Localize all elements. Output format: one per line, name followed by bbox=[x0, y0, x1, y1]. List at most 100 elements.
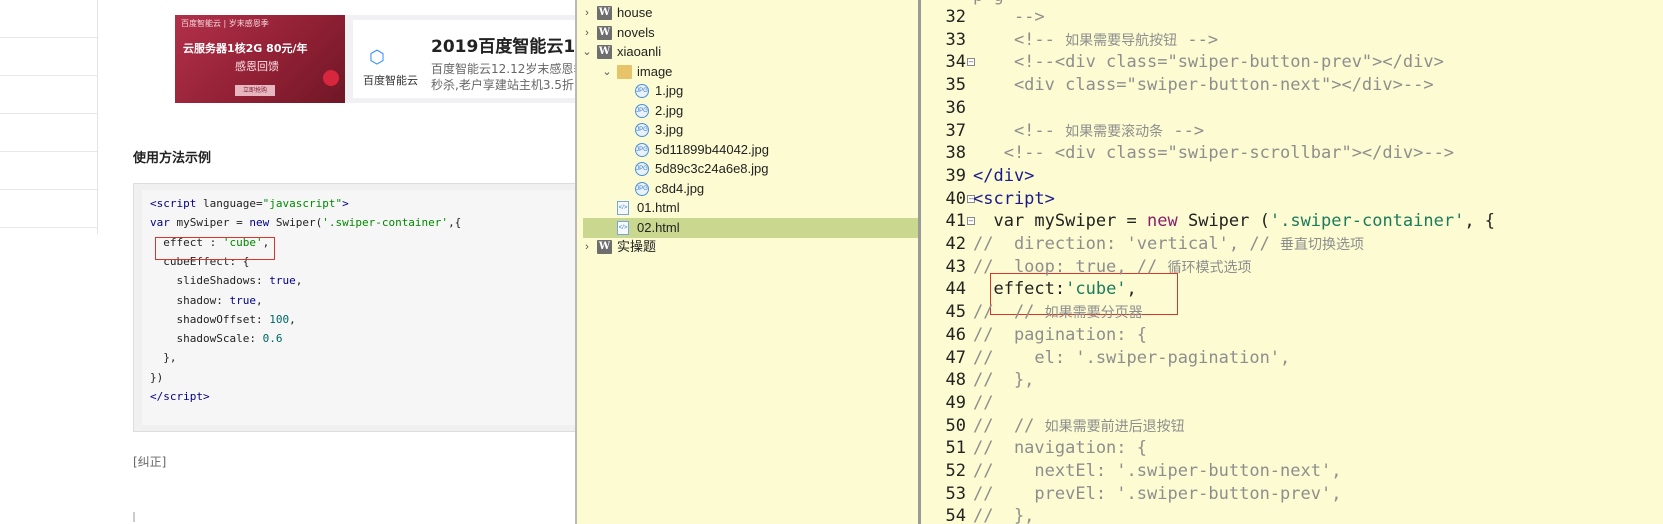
code-token: shadow: bbox=[150, 293, 230, 307]
tree-item-label: novels bbox=[617, 24, 655, 40]
sidebar-row[interactable] bbox=[0, 76, 97, 114]
code-token: <div class="swiper-button-next"></div>--… bbox=[973, 75, 1434, 96]
web-page-panel: 百度智能云 | 岁末感恩季 云服务器1核2G 80元/年 感恩回馈 立即抢购 ⬡… bbox=[0, 0, 575, 524]
code-example-line: </script> bbox=[150, 390, 210, 403]
code-token: < bbox=[150, 197, 157, 210]
chevron-right-icon[interactable]: › bbox=[581, 237, 593, 257]
code-token: 如果需要前进后退按钮 bbox=[1044, 418, 1185, 435]
code-line[interactable]: // loop: true, // 循环模式选项 bbox=[973, 257, 1251, 277]
tree-item-01-html[interactable]: </> 01.html bbox=[583, 198, 913, 218]
tree-item-1-jpg[interactable]: JPG 1.jpg bbox=[583, 81, 913, 101]
code-token: // pagination: { bbox=[973, 324, 1147, 345]
tree-item-label: 5d89c3c24a6e8.jpg bbox=[655, 161, 769, 176]
code-line[interactable]: // prevEl: '.swiper-button-prev', bbox=[973, 484, 1341, 504]
highlight-box bbox=[155, 237, 275, 260]
code-token: true bbox=[269, 274, 296, 288]
sidebar-row[interactable] bbox=[0, 114, 97, 152]
line-number: 36 bbox=[945, 97, 966, 118]
file-explorer: › Whouse › Wnovels ⌄ Wxiaoanli ⌄ image JPG 1.jpg J… bbox=[575, 0, 920, 524]
code-line[interactable]: // // 如果需要分页器 bbox=[973, 302, 1143, 322]
w-icon: W bbox=[597, 25, 612, 40]
code-example-line: }) bbox=[150, 371, 163, 384]
code-line[interactable]: --> bbox=[973, 7, 1045, 27]
sidebar-list bbox=[0, 0, 98, 234]
code-line[interactable]: // // 如果需要前进后退按钮 bbox=[973, 416, 1185, 436]
tree-item-3-jpg[interactable]: JPG 3.jpg bbox=[583, 120, 913, 140]
code-token: new bbox=[1147, 211, 1178, 232]
tree-item-image[interactable]: ⌄ image bbox=[583, 62, 913, 82]
code-example-line: var mySwiper = new Swiper('.swiper-conta… bbox=[150, 216, 461, 229]
code-line[interactable]: // }, bbox=[973, 506, 1034, 524]
line-number: 46 bbox=[945, 324, 966, 345]
code-line[interactable]: // el: '.swiper-pagination', bbox=[973, 348, 1290, 368]
code-token: 0.6 bbox=[262, 332, 283, 346]
tree-item-[interactable]: › W 实操题 bbox=[583, 237, 913, 257]
code-line[interactable]: // pagination: { bbox=[973, 325, 1147, 345]
tree-item-label: 实操题 bbox=[617, 239, 657, 254]
ad-card: ⬡ 百度智能云 2019百度智能云12 百度智能云12.12岁末感恩季 秒杀,老… bbox=[353, 20, 575, 98]
code-token: // // bbox=[973, 302, 1045, 323]
line-number: 51 bbox=[945, 438, 966, 459]
tree-item-5d89c3c24a6e8-jpg[interactable]: JPG 5d89c3c24a6e8.jpg bbox=[583, 159, 913, 179]
code-line[interactable]: // }, bbox=[973, 370, 1034, 390]
code-token: 垂直切换选项 bbox=[1280, 237, 1365, 253]
tree-item-novels[interactable]: › Wnovels bbox=[583, 23, 913, 43]
code-token: true bbox=[229, 293, 256, 307]
code-token: <script> bbox=[973, 188, 1055, 209]
code-line[interactable]: <!-- 如果需要滚动条 --> bbox=[973, 121, 1204, 141]
code-token: --> bbox=[1163, 120, 1205, 141]
code-line[interactable]: var mySwiper = new Swiper ('.swiper-cont… bbox=[973, 211, 1495, 231]
line-number: 34 bbox=[945, 52, 966, 73]
ad-subheadline: 感恩回馈 bbox=[235, 60, 279, 73]
code-line[interactable]: <!--<div class="swiper-button-prev"></di… bbox=[973, 52, 1444, 72]
tree-item-label: c8d4.jpg bbox=[655, 180, 705, 196]
sidebar-row[interactable] bbox=[0, 38, 97, 76]
code-token: mySwiper = bbox=[1034, 211, 1148, 232]
sidebar-row[interactable] bbox=[0, 0, 97, 38]
tree-item-c8d4-jpg[interactable]: JPG c8d4.jpg bbox=[583, 179, 913, 199]
code-line[interactable]: </div> bbox=[973, 166, 1034, 186]
code-token: var bbox=[150, 216, 170, 230]
tree-item-house[interactable]: › Whouse bbox=[583, 3, 913, 23]
chevron-down-icon[interactable]: ⌄ bbox=[581, 42, 593, 62]
code-line[interactable]: <!-- 如果需要导航按钮 --> bbox=[973, 30, 1218, 50]
html-icon: </> bbox=[617, 201, 629, 215]
tree-item-xiaoanli[interactable]: ⌄ Wxiaoanli bbox=[581, 42, 913, 62]
section-title: 使用方法示例 bbox=[133, 151, 212, 166]
chevron-right-icon[interactable]: › bbox=[581, 23, 593, 43]
ad-subtitle-2: 秒杀,老户享建站主机3.5折 bbox=[431, 78, 574, 92]
tree-item-label: 3.jpg bbox=[655, 122, 684, 137]
tree-item-label: house bbox=[617, 5, 653, 20]
chevron-down-icon[interactable]: ⌄ bbox=[601, 62, 613, 82]
code-token: // }, bbox=[973, 370, 1035, 391]
code-line[interactable]: <div class="swiper-button-next"></div>--… bbox=[973, 75, 1434, 95]
code-line[interactable]: // direction: 'vertical', // 垂直切换选项 bbox=[973, 234, 1364, 254]
tree-item-5d11899b44042-jpg[interactable]: JPG 5d11899b44042.jpg bbox=[583, 140, 913, 160]
ad-banner[interactable]: 百度智能云 | 岁末感恩季 云服务器1核2G 80元/年 感恩回馈 立即抢购 ⬡… bbox=[175, 15, 575, 103]
sidebar-row[interactable] bbox=[0, 152, 97, 190]
code-token: shadowOffset: bbox=[150, 312, 270, 326]
correction-link[interactable]: [纠正] bbox=[133, 453, 166, 470]
code-line[interactable]: effect:'cube', bbox=[973, 279, 1136, 300]
code-token: <!-- <div class="swiper-scrollbar"></div… bbox=[973, 143, 1455, 164]
chevron-right-icon[interactable]: › bbox=[581, 3, 593, 23]
code-line[interactable]: // navigation: { bbox=[973, 438, 1147, 458]
code-line[interactable]: <!-- <div class="swiper-scrollbar"></div… bbox=[973, 143, 1454, 163]
code-line[interactable]: // bbox=[973, 393, 993, 413]
code-line[interactable]: // nextEl: '.swiper-button-next', bbox=[973, 461, 1341, 481]
code-editor[interactable]: p g 32 -->33 <!-- 如果需要导航按钮 -->34− <!--<d… bbox=[918, 0, 1663, 524]
code-token: > bbox=[342, 197, 349, 210]
editor-top-fragment: p g bbox=[973, 0, 1004, 6]
line-number: 37 bbox=[945, 120, 966, 141]
code-token: 'cube' bbox=[1065, 279, 1127, 300]
ad-buy-button[interactable]: 立即抢购 bbox=[235, 85, 275, 96]
tree-item-02-html[interactable]: </> 02.html bbox=[583, 217, 920, 238]
code-token: language= bbox=[196, 197, 263, 210]
code-token: // // bbox=[973, 415, 1045, 436]
line-number: 48 bbox=[945, 370, 966, 391]
code-token: // navigation: { bbox=[973, 438, 1147, 459]
ad-brand: 百度智能云 bbox=[363, 74, 418, 87]
code-line[interactable]: <script> bbox=[973, 189, 1055, 209]
sidebar-row[interactable] bbox=[0, 190, 97, 228]
tree-item-2-jpg[interactable]: JPG 2.jpg bbox=[583, 101, 913, 121]
